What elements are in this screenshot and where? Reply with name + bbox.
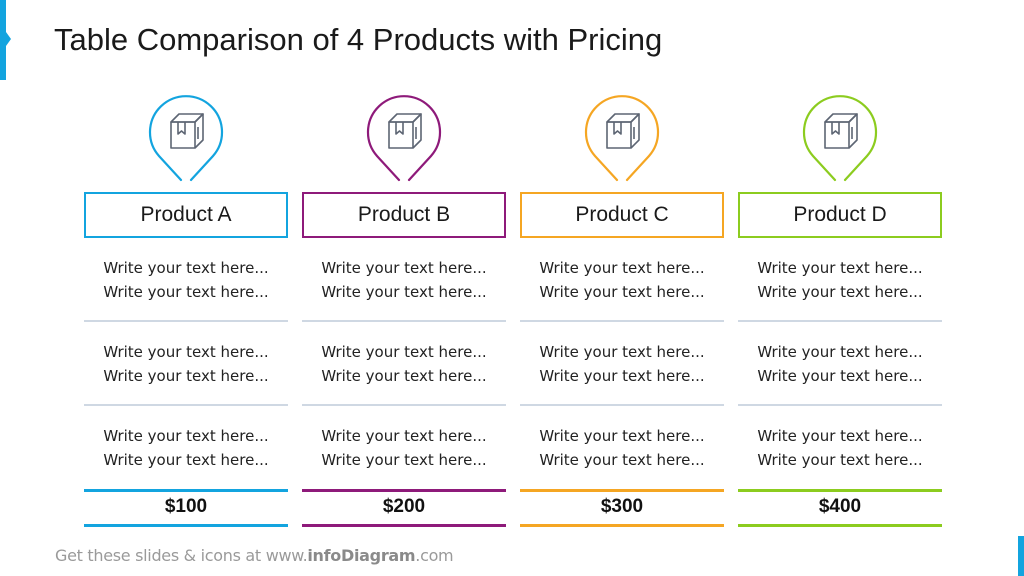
- feature-text: Write your text here...: [539, 259, 705, 277]
- feature-text: Write your text here...: [539, 367, 705, 385]
- price-top-line: [738, 489, 942, 492]
- feature-cell: Write your text here... Write your text h…: [84, 340, 288, 388]
- price-bottom-line: [738, 524, 942, 527]
- location-pin-icon: [366, 95, 442, 182]
- feature-text: Write your text here...: [539, 427, 705, 445]
- header-border-gap: [502, 397, 508, 409]
- box-package-icon: [606, 113, 640, 149]
- feature-cell: Write your text here... Write your text h…: [738, 256, 942, 304]
- feature-text: Write your text here...: [321, 259, 487, 277]
- footer-credit: Get these slides & icons at www.infoDiag…: [55, 546, 454, 565]
- feature-cell: Write your text here... Write your text h…: [520, 424, 724, 472]
- feature-cell: Write your text here... Write your text h…: [302, 424, 506, 472]
- feature-text: Write your text here...: [103, 367, 269, 385]
- footer-prefix: Get these slides & icons at www.: [55, 546, 308, 565]
- price-top-line: [84, 489, 288, 492]
- row-divider: [520, 404, 724, 406]
- product-name: Product A: [140, 203, 232, 226]
- feature-cell: Write your text here... Write your text h…: [84, 424, 288, 472]
- price-top-line: [520, 489, 724, 492]
- feature-text: Write your text here...: [103, 343, 269, 361]
- product-price: $300: [600, 496, 644, 517]
- product-price: $100: [164, 496, 208, 517]
- row-divider: [84, 404, 288, 406]
- product-header: Product C: [520, 192, 726, 409]
- product-header: Product A: [84, 192, 290, 409]
- feature-text: Write your text here...: [103, 259, 269, 277]
- feature-text: Write your text here...: [103, 427, 269, 445]
- feature-text: Write your text here...: [539, 451, 705, 469]
- feature-text: Write your text here...: [757, 283, 923, 301]
- slide-title: Table Comparison of 4 Products with Pric…: [54, 22, 663, 57]
- location-pin-icon: [584, 95, 660, 182]
- box-package-icon: [388, 113, 422, 149]
- feature-text: Write your text here...: [103, 451, 269, 469]
- price-bottom-line: [520, 524, 724, 527]
- feature-text: Write your text here...: [757, 451, 923, 469]
- product-price: $200: [382, 496, 426, 517]
- row-divider: [738, 404, 942, 406]
- feature-text: Write your text here...: [539, 283, 705, 301]
- footer-suffix: .com: [415, 546, 454, 565]
- product-price: $400: [818, 496, 862, 517]
- feature-text: Write your text here...: [103, 283, 269, 301]
- box-package-icon: [824, 113, 858, 149]
- row-divider: [302, 320, 506, 322]
- feature-text: Write your text here...: [321, 283, 487, 301]
- price-bottom-line: [84, 524, 288, 527]
- feature-text: Write your text here...: [757, 343, 923, 361]
- feature-text: Write your text here...: [757, 427, 923, 445]
- feature-cell: Write your text here... Write your text h…: [84, 256, 288, 304]
- feature-cell: Write your text here... Write your text h…: [520, 256, 724, 304]
- feature-cell: Write your text here... Write your text h…: [738, 340, 942, 388]
- row-divider: [520, 320, 724, 322]
- box-package-icon: [170, 113, 204, 149]
- price-top-line: [302, 489, 506, 492]
- product-header: Product D: [738, 192, 944, 409]
- product-name: Product D: [793, 203, 887, 226]
- feature-cell: Write your text here... Write your text h…: [302, 256, 506, 304]
- location-pin-icon: [148, 95, 224, 182]
- feature-text: Write your text here...: [757, 367, 923, 385]
- row-divider: [738, 320, 942, 322]
- row-divider: [84, 320, 288, 322]
- left-accent-bar: [0, 0, 11, 80]
- feature-text: Write your text here...: [757, 259, 923, 277]
- footer-brand: infoDiagram: [307, 546, 416, 565]
- header-border-gap: [938, 397, 944, 409]
- location-pin-icon: [802, 95, 878, 182]
- product-name: Product C: [575, 203, 669, 226]
- feature-text: Write your text here...: [539, 343, 705, 361]
- feature-text: Write your text here...: [321, 427, 487, 445]
- header-border-gap: [720, 397, 726, 409]
- product-name: Product B: [357, 203, 451, 226]
- price-bottom-line: [302, 524, 506, 527]
- feature-text: Write your text here...: [321, 343, 487, 361]
- feature-cell: Write your text here... Write your text h…: [738, 424, 942, 472]
- feature-cell: Write your text here... Write your text h…: [520, 340, 724, 388]
- feature-text: Write your text here...: [321, 367, 487, 385]
- feature-text: Write your text here...: [321, 451, 487, 469]
- product-header: Product B: [302, 192, 508, 409]
- right-accent-bar: [1018, 536, 1024, 576]
- row-divider: [302, 404, 506, 406]
- header-border-gap: [284, 397, 290, 409]
- feature-cell: Write your text here... Write your text h…: [302, 340, 506, 388]
